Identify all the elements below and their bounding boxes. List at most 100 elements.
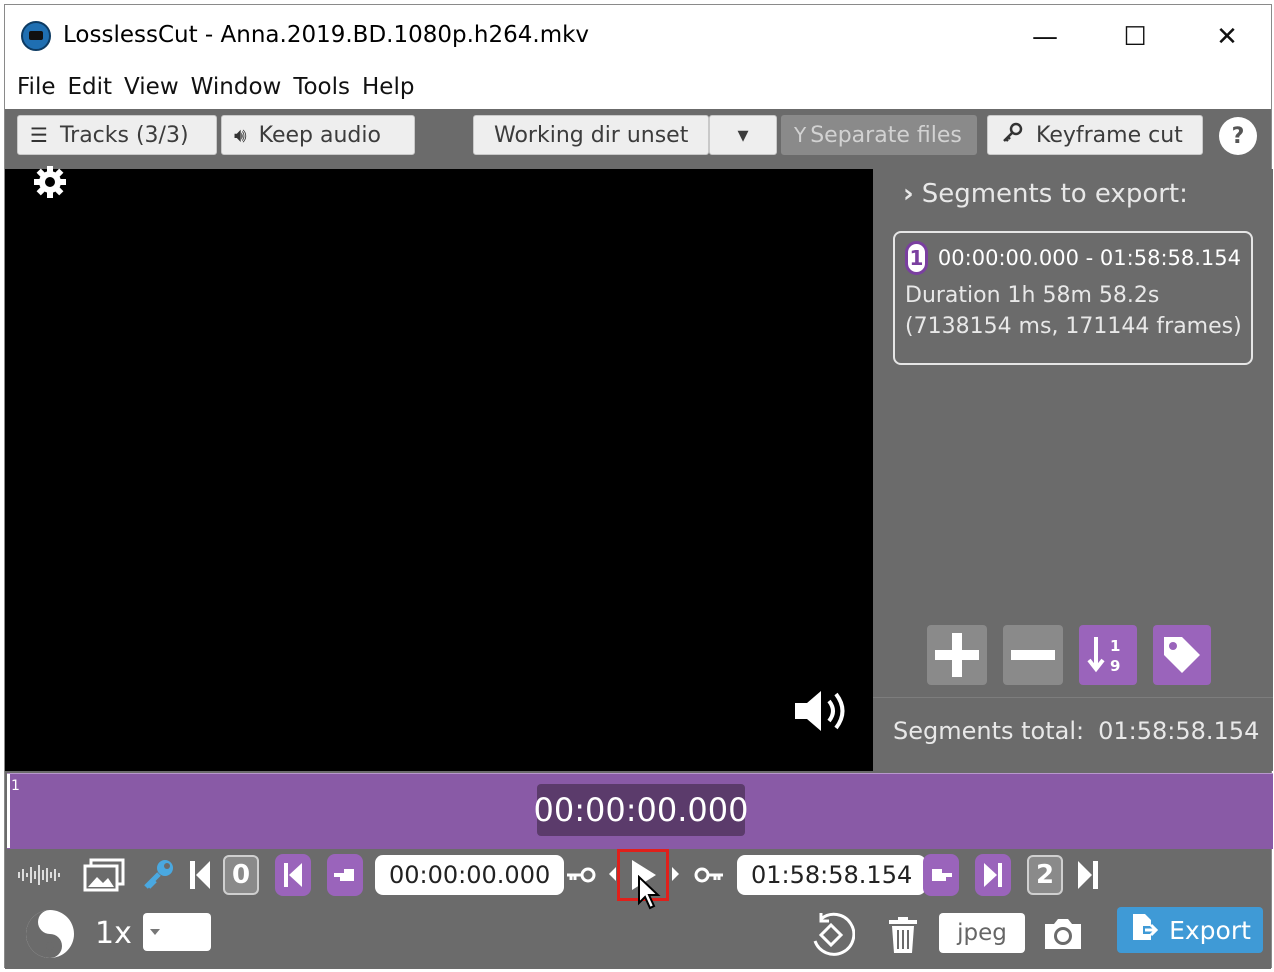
prev-keyframe-button[interactable] [561, 857, 601, 893]
segments-heading[interactable]: › Segments to export: [903, 179, 1188, 209]
separate-files-button[interactable]: Y Separate files [781, 115, 977, 155]
set-cut-start-button[interactable] [327, 854, 363, 896]
app-icon [21, 21, 51, 51]
cut-start-index[interactable]: 0 [223, 855, 259, 895]
capture-format-button[interactable]: jpeg [939, 913, 1025, 953]
remove-segment-icon [1011, 650, 1055, 660]
yin-yang-icon [26, 910, 74, 958]
volume-icon[interactable] [791, 683, 855, 743]
waveform-button[interactable] [15, 855, 63, 895]
top-toolbar: ☰ Tracks (3/3) 🔊︎ Keep audio Working dir… [5, 109, 1271, 169]
segment-detail: (7138154 ms, 171144 frames) [905, 314, 1242, 339]
chevron-down-icon: ▾ [737, 122, 749, 148]
playhead[interactable] [7, 774, 10, 848]
delete-button[interactable] [883, 911, 923, 959]
segments-total-label: Segments total: [893, 717, 1085, 745]
keyframe-toggle-button[interactable] [139, 855, 179, 895]
rotate-button[interactable] [805, 909, 857, 961]
menu-view[interactable]: View [124, 74, 179, 100]
key-icon [1000, 121, 1024, 150]
skip-end-icon [984, 863, 1002, 887]
playback-speed: 1x [95, 915, 132, 951]
chevron-down-icon [150, 929, 160, 935]
maximize-button[interactable]: ☐ [1105, 17, 1165, 57]
keyframe-cut-button[interactable]: Keyframe cut [987, 115, 1203, 155]
segment-item[interactable]: 1 00:00:00.000 - 01:58:58.154 Duration 1… [893, 231, 1253, 365]
theme-toggle-button[interactable] [23, 907, 77, 961]
close-button[interactable]: ✕ [1197, 17, 1257, 57]
hand-right-icon [932, 869, 952, 881]
menu-edit[interactable]: Edit [68, 74, 113, 100]
segment-number: 1 [905, 241, 928, 275]
camera-icon [1045, 919, 1081, 949]
segment-marker: 1 [11, 778, 20, 794]
list-icon: ☰ [30, 123, 48, 147]
export-label: Export [1169, 915, 1251, 945]
export-file-icon [1129, 912, 1159, 948]
set-cut-end-button[interactable] [923, 854, 959, 896]
remove-segment-button[interactable] [1003, 625, 1063, 685]
working-dir-label: Working dir unset [494, 122, 689, 148]
speaker-icon: 🔊︎ [234, 123, 247, 147]
skip-end-icon [1078, 861, 1098, 889]
add-segment-icon [935, 633, 979, 677]
working-dir-dropdown[interactable]: ▾ [709, 115, 777, 155]
speed-select[interactable] [143, 913, 211, 951]
window-title: LosslessCut - Anna.2019.BD.1080p.h264.mk… [63, 22, 590, 48]
menu-tools[interactable]: Tools [293, 74, 350, 100]
menu-window[interactable]: Window [191, 74, 282, 100]
merge-icon: Y [794, 123, 807, 147]
thumbnails-icon [83, 858, 125, 892]
segments-heading-label: Segments to export: [921, 179, 1188, 209]
sort-segments-button[interactable]: 1 9 [1079, 625, 1137, 685]
segments-panel: › Segments to export: 1 00:00:00.000 - 01… [873, 169, 1273, 771]
jump-start-button[interactable] [185, 855, 215, 895]
next-keyframe-button[interactable] [689, 857, 729, 893]
video-player[interactable] [5, 169, 873, 771]
working-dir-button[interactable]: Working dir unset [473, 115, 709, 155]
capture-frame-button[interactable] [1037, 911, 1089, 957]
export-button[interactable]: Export [1117, 907, 1263, 953]
tag-icon [1164, 637, 1200, 673]
chevron-left-icon [609, 867, 616, 881]
start-time-input[interactable]: 00:00:00.000 [375, 855, 565, 895]
gear-icon[interactable] [31, 163, 69, 201]
thumbnails-button[interactable] [81, 853, 127, 897]
end-time-input[interactable]: 01:58:58.154 [737, 855, 927, 895]
jump-cut-start-button[interactable] [275, 854, 311, 896]
help-button[interactable]: ? [1219, 117, 1257, 155]
svg-text:9: 9 [1110, 657, 1120, 675]
chevron-right-icon [672, 867, 679, 881]
next-frame-button[interactable] [669, 859, 683, 889]
playback-controls: 0 00:00:00.000 01:58:58.154 2 1x jpeg Ex… [5, 849, 1271, 969]
keep-audio-label: Keep audio [258, 122, 381, 148]
cut-end-index[interactable]: 2 [1027, 855, 1063, 895]
keep-audio-button[interactable]: 🔊︎ Keep audio [221, 115, 415, 155]
jump-cut-end-button[interactable] [975, 854, 1011, 896]
title-bar: LosslessCut - Anna.2019.BD.1080p.h264.mk… [5, 5, 1271, 65]
tag-segment-button[interactable] [1153, 625, 1211, 685]
menu-file[interactable]: File [17, 74, 56, 100]
hand-left-icon [334, 869, 354, 881]
divider [873, 697, 1273, 698]
minimize-button[interactable]: — [1015, 17, 1075, 57]
key-icon [144, 860, 173, 889]
key-left-icon [567, 867, 596, 883]
segment-tools: 1 9 [927, 625, 1211, 685]
add-segment-button[interactable] [927, 625, 987, 685]
tracks-label: Tracks (3/3) [59, 122, 189, 148]
sort-segments-icon: 1 9 [1087, 637, 1120, 675]
segments-total: Segments total: 01:58:58.154 [893, 717, 1259, 745]
tracks-button[interactable]: ☰ Tracks (3/3) [17, 115, 217, 155]
current-time-display: 00:00:00.000 [534, 784, 748, 836]
timeline[interactable]: 1 00:00:00.000 [7, 773, 1273, 849]
keyframe-cut-label: Keyframe cut [1036, 122, 1183, 148]
skip-start-icon [284, 863, 302, 887]
chevron-right-icon: › [903, 179, 914, 209]
cursor-icon [638, 875, 661, 910]
menu-help[interactable]: Help [362, 74, 414, 100]
mouse-cursor [635, 873, 663, 913]
segments-total-value: 01:58:58.154 [1098, 717, 1260, 745]
key-right-icon [694, 867, 723, 883]
jump-end-button[interactable] [1073, 855, 1103, 895]
